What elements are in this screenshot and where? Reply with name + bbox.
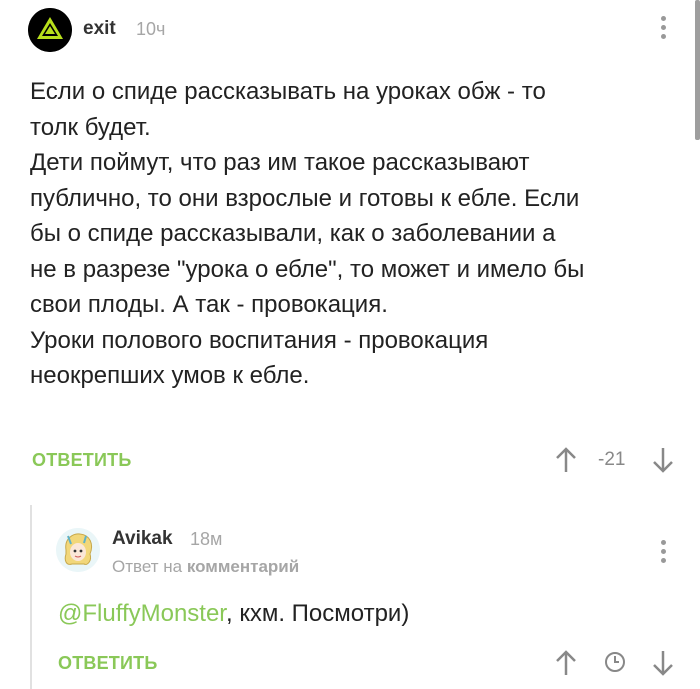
- reply-text: @FluffyMonster, кхм. Посмотри): [58, 600, 409, 628]
- downvote-arrow-icon[interactable]: [652, 446, 674, 474]
- comment-line: неокрепших умов к ебле.: [30, 362, 310, 389]
- reply-text-body: , кхм. Посмотри): [225, 600, 410, 627]
- avatar[interactable]: [56, 528, 100, 572]
- comment-line: бы о спиде рассказывали, как о заболеван…: [30, 220, 556, 247]
- comment-line: публично, то они взрослые и готовы к ебл…: [30, 184, 580, 212]
- reply-to-label: Ответ на комментарий: [112, 557, 299, 577]
- downvote-arrow-icon[interactable]: [652, 649, 674, 677]
- upvote-arrow-icon[interactable]: [555, 649, 577, 677]
- timestamp: 18м: [190, 529, 223, 549]
- comment-line: свои плоды. А так - провокация.: [30, 291, 388, 318]
- user-mention-link[interactable]: @FluffyMonster: [58, 600, 226, 627]
- upvote-arrow-icon[interactable]: [555, 446, 577, 474]
- more-options-icon[interactable]: [660, 16, 668, 43]
- reply-prefix: Ответ на: [112, 557, 183, 576]
- clock-icon: [605, 652, 625, 672]
- comment-line: Дети поймут, что раз им такое рассказыва…: [30, 149, 530, 176]
- reply-button[interactable]: ОТВЕТИТЬ: [32, 450, 131, 471]
- author-name[interactable]: Avikak: [112, 528, 173, 550]
- timestamp: 10ч: [136, 19, 166, 39]
- comment-line: Уроки полового воспитания - провокация: [30, 326, 489, 354]
- more-options-icon[interactable]: [660, 540, 668, 567]
- reply-button[interactable]: ОТВЕТИТЬ: [58, 653, 157, 674]
- reply-target-link[interactable]: комментарий: [187, 557, 299, 576]
- author-name[interactable]: exit: [83, 18, 116, 40]
- comment-line: не в разрезе "урока о ебле", то может и …: [30, 255, 585, 283]
- scrollbar[interactable]: [695, 0, 700, 140]
- comment-header: exit 10ч: [28, 8, 688, 52]
- comment-line: Если о спиде рассказывать на уроках обж …: [30, 78, 546, 105]
- comment-text: Если о спиде рассказывать на уроках обж …: [30, 74, 680, 394]
- cartoon-avatar-icon: [56, 528, 100, 572]
- green-triangle-logo-icon: [28, 8, 72, 52]
- comment-score: -21: [598, 449, 626, 470]
- thread-line: [30, 505, 32, 689]
- comment-line: толк будет.: [30, 113, 151, 141]
- avatar[interactable]: [28, 8, 72, 52]
